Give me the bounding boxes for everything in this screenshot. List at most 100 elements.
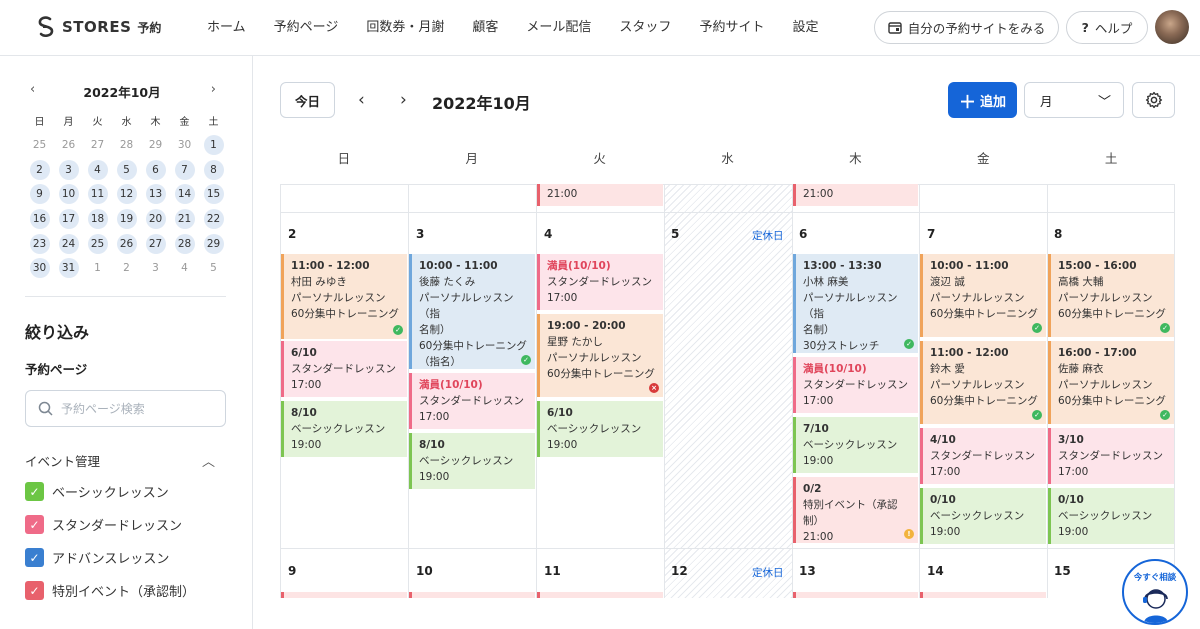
mini-calendar-day[interactable]: 29	[203, 233, 224, 254]
calendar-event[interactable]: 21:00	[793, 184, 918, 206]
chat-consult-button[interactable]: 今すぐ相談	[1122, 559, 1188, 625]
filter-checkbox-special[interactable]: ✓ 特別イベント（承認制）	[25, 581, 195, 600]
mini-calendar-day[interactable]: 23	[29, 233, 50, 254]
next-month-icon[interactable]: ›	[400, 90, 407, 110]
checkbox-checked-icon[interactable]: ✓	[25, 482, 44, 501]
nav-tickets[interactable]: 回数券・月謝	[352, 0, 458, 56]
calendar-event[interactable]: 8/10 ベーシックレッスン 19:00	[281, 401, 407, 457]
day-number[interactable]: 9	[288, 564, 296, 578]
calendar-event[interactable]: 13:00 - 13:30 小林 麻美 パーソナルレッスン（指 名制） 30分ス…	[793, 254, 918, 353]
checkbox-checked-icon[interactable]: ✓	[25, 581, 44, 600]
calendar-event[interactable]	[920, 592, 1046, 598]
mini-calendar-day[interactable]: 8	[203, 159, 224, 180]
day-number[interactable]: 3	[416, 227, 424, 241]
mini-calendar-day[interactable]: 22	[203, 209, 224, 230]
view-select[interactable]: 月 ﹀	[1024, 82, 1124, 118]
mini-calendar-day[interactable]: 30	[29, 258, 50, 279]
help-button[interactable]: ? ヘルプ	[1066, 11, 1148, 44]
event-mgmt-header[interactable]: イベント管理 ︿	[25, 451, 215, 470]
view-my-site-button[interactable]: 自分の予約サイトをみる	[874, 11, 1059, 44]
page-search-input[interactable]	[61, 401, 211, 416]
nav-mail[interactable]: メール配信	[512, 0, 605, 56]
day-number[interactable]: 7	[927, 227, 935, 241]
day-number[interactable]: 8	[1054, 227, 1062, 241]
nav-staff[interactable]: スタッフ	[605, 0, 685, 56]
mini-calendar-day[interactable]: 2	[29, 159, 50, 180]
mini-calendar-day[interactable]: 25	[87, 233, 108, 254]
calendar-event[interactable]: 15:00 - 16:00 高橋 大輔 パーソナルレッスン 60分集中トレーニン…	[1048, 254, 1174, 337]
mini-calendar-day[interactable]: 4	[87, 159, 108, 180]
calendar-event[interactable]: 10:00 - 11:00 渡辺 誠 パーソナルレッスン 60分集中トレーニング…	[920, 254, 1046, 337]
calendar-event[interactable]: 11:00 - 12:00 村田 みゆき パーソナルレッスン 60分集中トレーニ…	[281, 254, 407, 339]
mini-calendar-day[interactable]: 4	[175, 258, 195, 278]
calendar-event[interactable]: 満員(10/10) スタンダードレッスン 17:00	[537, 254, 663, 310]
mini-calendar-day[interactable]: 21	[174, 209, 195, 230]
calendar-event[interactable]	[537, 592, 663, 598]
mini-calendar-day[interactable]: 9	[29, 184, 50, 205]
mini-calendar-day[interactable]: 24	[58, 233, 79, 254]
day-number[interactable]: 14	[927, 564, 944, 578]
checkbox-checked-icon[interactable]: ✓	[25, 548, 44, 567]
calendar-event[interactable]: 0/2 特別イベント（承認制） 21:00 !	[793, 477, 918, 543]
mini-calendar-day[interactable]: 27	[88, 135, 108, 155]
nav-site[interactable]: 予約サイト	[685, 0, 778, 56]
calendar-event[interactable]	[409, 592, 535, 598]
user-avatar[interactable]	[1155, 10, 1189, 44]
mini-calendar-day[interactable]: 1	[88, 258, 108, 278]
mini-calendar-day[interactable]: 28	[117, 135, 137, 155]
mini-calendar-day[interactable]: 13	[145, 184, 166, 205]
nav-reservation-page[interactable]: 予約ページ	[260, 0, 353, 56]
mini-calendar-day[interactable]: 20	[145, 209, 166, 230]
mini-calendar-day[interactable]: 7	[174, 159, 195, 180]
calendar-event[interactable]: 0/10 ベーシックレッスン 19:00	[920, 488, 1046, 544]
calendar-event[interactable]	[793, 592, 918, 598]
mini-calendar-day[interactable]: 3	[146, 258, 166, 278]
mini-calendar-day[interactable]: 3	[58, 159, 79, 180]
day-number[interactable]: 5	[671, 227, 679, 241]
calendar-event[interactable]: 0/10 ベーシックレッスン 19:00	[1048, 488, 1174, 544]
mini-next-icon[interactable]: ›	[211, 82, 216, 97]
day-number[interactable]: 2	[288, 227, 296, 241]
calendar-event[interactable]: 満員(10/10) スタンダードレッスン 17:00	[409, 373, 535, 429]
day-number[interactable]: 4	[544, 227, 552, 241]
mini-calendar-day[interactable]: 28	[174, 233, 195, 254]
mini-calendar-day[interactable]: 1	[203, 135, 224, 156]
calendar-event[interactable]: 7/10 ベーシックレッスン 19:00	[793, 417, 918, 473]
filter-checkbox-advance[interactable]: ✓ アドバンスレッスン	[25, 548, 169, 567]
mini-calendar-day[interactable]: 26	[59, 135, 79, 155]
day-number[interactable]: 10	[416, 564, 433, 578]
checkbox-checked-icon[interactable]: ✓	[25, 515, 44, 534]
add-button[interactable]: ＋追加	[948, 82, 1017, 118]
settings-button[interactable]	[1132, 82, 1175, 118]
calendar-event[interactable]	[281, 592, 407, 598]
calendar-event[interactable]: 満員(10/10) スタンダードレッスン 17:00	[793, 357, 918, 413]
mini-calendar-day[interactable]: 11	[87, 184, 108, 205]
mini-calendar-day[interactable]: 30	[175, 135, 195, 155]
mini-calendar-day[interactable]: 5	[204, 258, 224, 278]
calendar-event[interactable]: 3/10 スタンダードレッスン 17:00	[1048, 428, 1174, 484]
mini-calendar-day[interactable]: 5	[116, 159, 137, 180]
nav-home[interactable]: ホーム	[193, 0, 260, 56]
mini-calendar-day[interactable]: 31	[58, 258, 79, 279]
day-number[interactable]: 13	[799, 564, 816, 578]
mini-calendar-day[interactable]: 29	[146, 135, 166, 155]
mini-calendar-day[interactable]: 2	[117, 258, 137, 278]
calendar-event[interactable]: 4/10 スタンダードレッスン 17:00	[920, 428, 1046, 484]
day-number[interactable]: 6	[799, 227, 807, 241]
day-number[interactable]: 11	[544, 564, 561, 578]
calendar-event[interactable]: 19:00 - 20:00 星野 たかし パーソナルレッスン 60分集中トレーニ…	[537, 314, 663, 397]
mini-calendar-day[interactable]: 10	[58, 184, 79, 205]
chevron-up-icon[interactable]: ︿	[202, 451, 215, 470]
filter-checkbox-basic[interactable]: ✓ ベーシックレッスン	[25, 482, 169, 501]
calendar-event[interactable]: 16:00 - 17:00 佐藤 麻衣 パーソナルレッスン 60分集中トレーニン…	[1048, 341, 1174, 424]
mini-calendar-day[interactable]: 18	[87, 209, 108, 230]
calendar-event[interactable]: 11:00 - 12:00 鈴木 愛 パーソナルレッスン 60分集中トレーニング…	[920, 341, 1046, 424]
mini-calendar-day[interactable]: 19	[116, 209, 137, 230]
prev-month-icon[interactable]: ‹	[358, 90, 365, 110]
mini-calendar-day[interactable]: 15	[203, 184, 224, 205]
mini-calendar-day[interactable]: 16	[29, 209, 50, 230]
mini-calendar-day[interactable]: 12	[116, 184, 137, 205]
calendar-event[interactable]: 10:00 - 11:00 後藤 たくみ パーソナルレッスン（指 名制） 60分…	[409, 254, 535, 369]
mini-calendar-day[interactable]: 6	[145, 159, 166, 180]
today-button[interactable]: 今日	[280, 82, 335, 118]
